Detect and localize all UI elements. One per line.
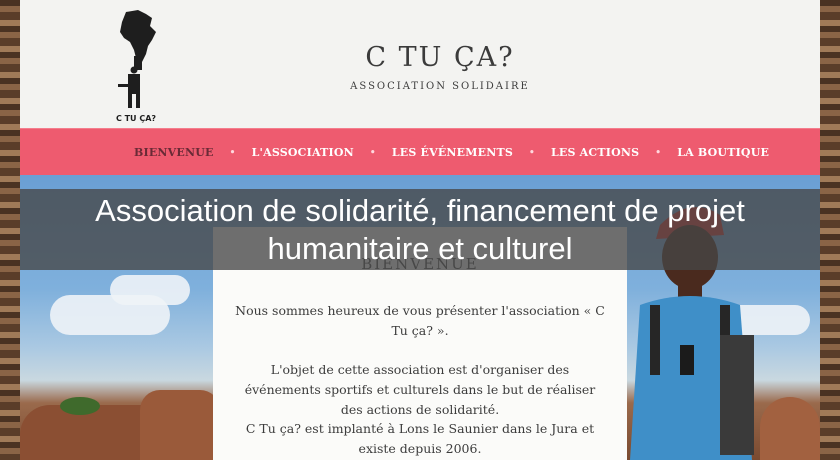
nav-item-evenements[interactable]: LES ÉVÉNEMENTS — [392, 146, 513, 159]
nav-separator: • — [229, 147, 236, 158]
nav-separator: • — [529, 147, 535, 158]
nav-item-bienvenue[interactable]: BIENVENUE — [134, 146, 214, 159]
nav-item-label: LES ÉVÉNEMENTS — [391, 146, 514, 159]
main-nav: BIENVENUE • L'ASSOCIATION • LES ÉVÉNEMEN… — [20, 128, 820, 176]
content-paragraph: Nous sommes heureux de vous présenter l'… — [235, 303, 605, 338]
site-subtitle: ASSOCIATION SOLIDAIRE — [350, 81, 530, 92]
nav-separator: • — [655, 147, 662, 158]
nav-item-label: L'ASSOCIATION — [251, 146, 354, 159]
logo-text: C TU ÇA? — [116, 114, 156, 123]
site-header: C TU ÇA? C TU ÇA? ASSOCIATION SOLIDAIRE — [20, 0, 820, 128]
nav-item-label: LA BOUTIQUE — [677, 146, 770, 159]
nav-item-label: LES ACTIONS — [550, 146, 640, 159]
carved-wood-right-background — [820, 0, 840, 460]
africa-logo-icon[interactable]: C TU ÇA? — [112, 8, 164, 124]
carved-wood-left-background — [0, 0, 20, 460]
cloud-shape — [110, 275, 190, 305]
content-paragraph: L'objet de cette association est d'organ… — [244, 362, 596, 417]
caption-text: Association de solidarité, financement d… — [95, 192, 745, 266]
nav-item-boutique[interactable]: LA BOUTIQUE — [677, 146, 769, 159]
nav-item-label: BIENVENUE — [134, 146, 214, 159]
bush-shape — [60, 397, 100, 415]
nav-item-association[interactable]: L'ASSOCIATION — [252, 146, 354, 159]
caption-overlay: Association de solidarité, financement d… — [20, 189, 820, 270]
nav-item-actions[interactable]: LES ACTIONS — [551, 146, 639, 159]
site-title[interactable]: C TU ÇA? — [320, 42, 560, 73]
rock-formation — [760, 397, 820, 460]
rock-formation — [140, 390, 220, 460]
nav-separator: • — [369, 147, 376, 158]
content-paragraph: C Tu ça? est implanté à Lons le Saunier … — [245, 421, 595, 456]
